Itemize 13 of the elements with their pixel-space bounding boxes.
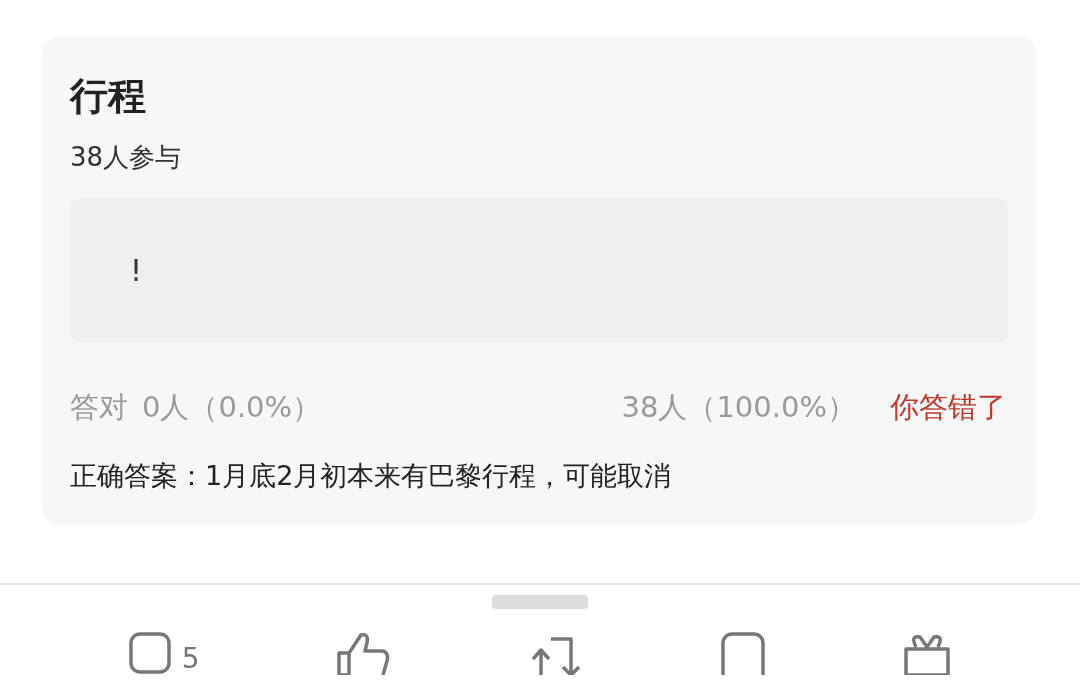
comment-count: 5 bbox=[181, 641, 200, 677]
correct-answer: 正确答案：1月底2月初本来有巴黎行程，可能取消 bbox=[70, 459, 673, 493]
poll-title: 行程 bbox=[70, 73, 147, 120]
answer-option[interactable]: ! bbox=[70, 198, 1008, 343]
comment-icon[interactable] bbox=[127, 631, 172, 675]
correct-label: 答对 bbox=[70, 389, 128, 426]
participant-count: 38人参与 bbox=[70, 141, 183, 174]
result-text: 你答错了 bbox=[890, 389, 1006, 426]
bookmark-icon[interactable] bbox=[718, 631, 767, 675]
correct-count: 0人（0.0%） bbox=[142, 389, 322, 426]
drag-handle[interactable] bbox=[492, 595, 588, 609]
thumbs-up-icon[interactable] bbox=[335, 631, 392, 675]
wrong-count: 38人（100.0%） bbox=[621, 389, 856, 426]
